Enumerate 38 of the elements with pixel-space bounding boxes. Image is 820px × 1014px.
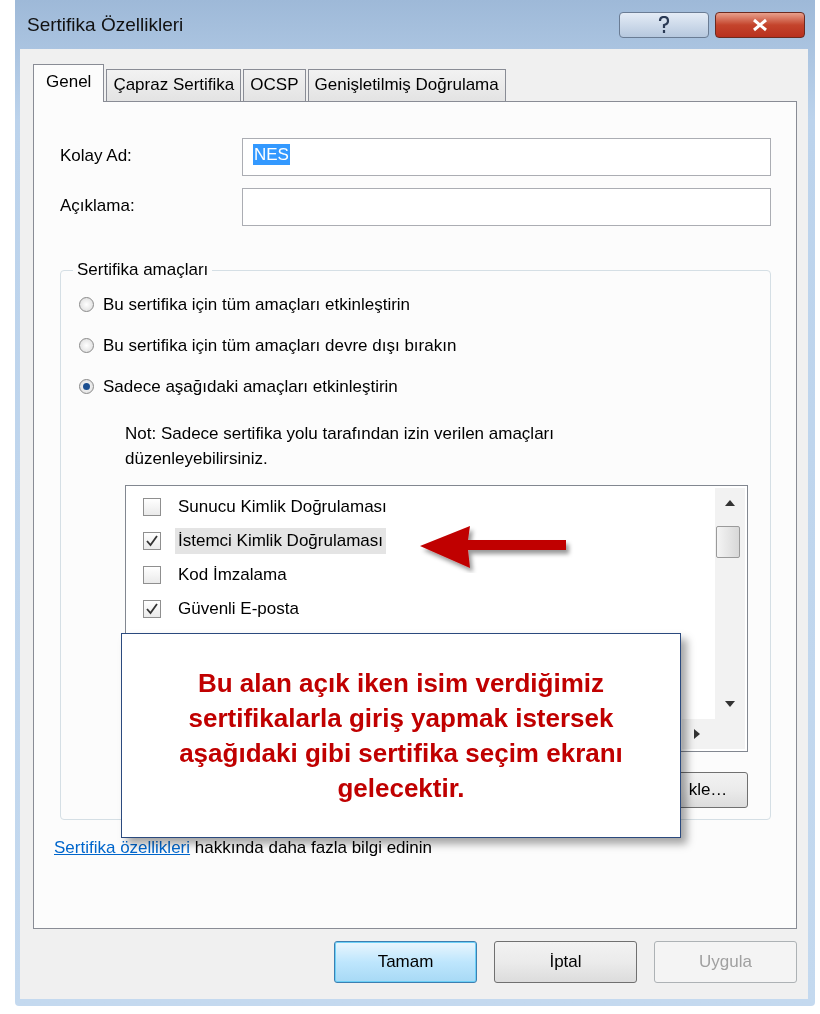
- list-item[interactable]: İstemci Kimlik Doğrulaması: [175, 528, 386, 554]
- help-text: Sertifika özellikleri hakkında daha fazla bilgi edinin: [54, 838, 433, 858]
- tab[interactable]: OCSP: [243, 69, 306, 101]
- tab[interactable]: Genel: [33, 64, 105, 102]
- radio-icon[interactable]: [79, 338, 94, 353]
- radio-option[interactable]: Sadece aşağıdaki amaçları etkinleştirin: [79, 366, 748, 407]
- horizontal-scrollbar[interactable]: [682, 719, 745, 749]
- dialog-button[interactable]: Tamam: [334, 941, 477, 983]
- list-item[interactable]: Güvenli E-posta: [175, 596, 302, 622]
- scroll-down-icon[interactable]: [725, 701, 735, 707]
- checkbox[interactable]: [143, 498, 161, 516]
- group-title: Sertifika amaçları: [76, 260, 210, 280]
- scroll-thumb[interactable]: [716, 526, 740, 558]
- window-title: Sertifika Özellikleri: [27, 13, 185, 36]
- close-button[interactable]: [715, 11, 805, 38]
- radio-option[interactable]: Bu sertifika için tüm amaçları etkinleştirin: [79, 284, 748, 325]
- radio-icon[interactable]: [79, 297, 94, 312]
- note-text: Not: Sadece sertifika yolu tarafından izin verilen amaçları düzenleyebilirsiniz.: [125, 423, 555, 470]
- checkbox[interactable]: [143, 600, 161, 618]
- input-field[interactable]: [242, 188, 771, 226]
- vertical-scrollbar[interactable]: [715, 488, 745, 719]
- tab[interactable]: Çapraz Sertifika: [106, 69, 242, 101]
- help-button[interactable]: [619, 11, 709, 38]
- field-label: Açıklama:: [60, 195, 136, 216]
- list-item[interactable]: Kod İmzalama: [175, 562, 290, 588]
- close-icon: [751, 17, 769, 32]
- checkbox[interactable]: [143, 532, 161, 550]
- scroll-right-icon[interactable]: [694, 729, 700, 739]
- radio-icon[interactable]: [79, 379, 94, 394]
- help-link[interactable]: Sertifika özellikleri: [54, 838, 191, 857]
- radio-option[interactable]: Bu sertifika için tüm amaçları devre dışı bırakın: [79, 325, 748, 366]
- list-item[interactable]: Sunucu Kimlik Doğrulaması: [175, 494, 390, 520]
- help-icon: [657, 15, 671, 34]
- dialog-button[interactable]: İptal: [494, 941, 637, 983]
- scroll-up-icon[interactable]: [725, 500, 735, 506]
- checkbox[interactable]: [143, 566, 161, 584]
- field-label: Kolay Ad:: [60, 145, 133, 166]
- tab[interactable]: Genişletilmiş Doğrulama: [307, 69, 506, 101]
